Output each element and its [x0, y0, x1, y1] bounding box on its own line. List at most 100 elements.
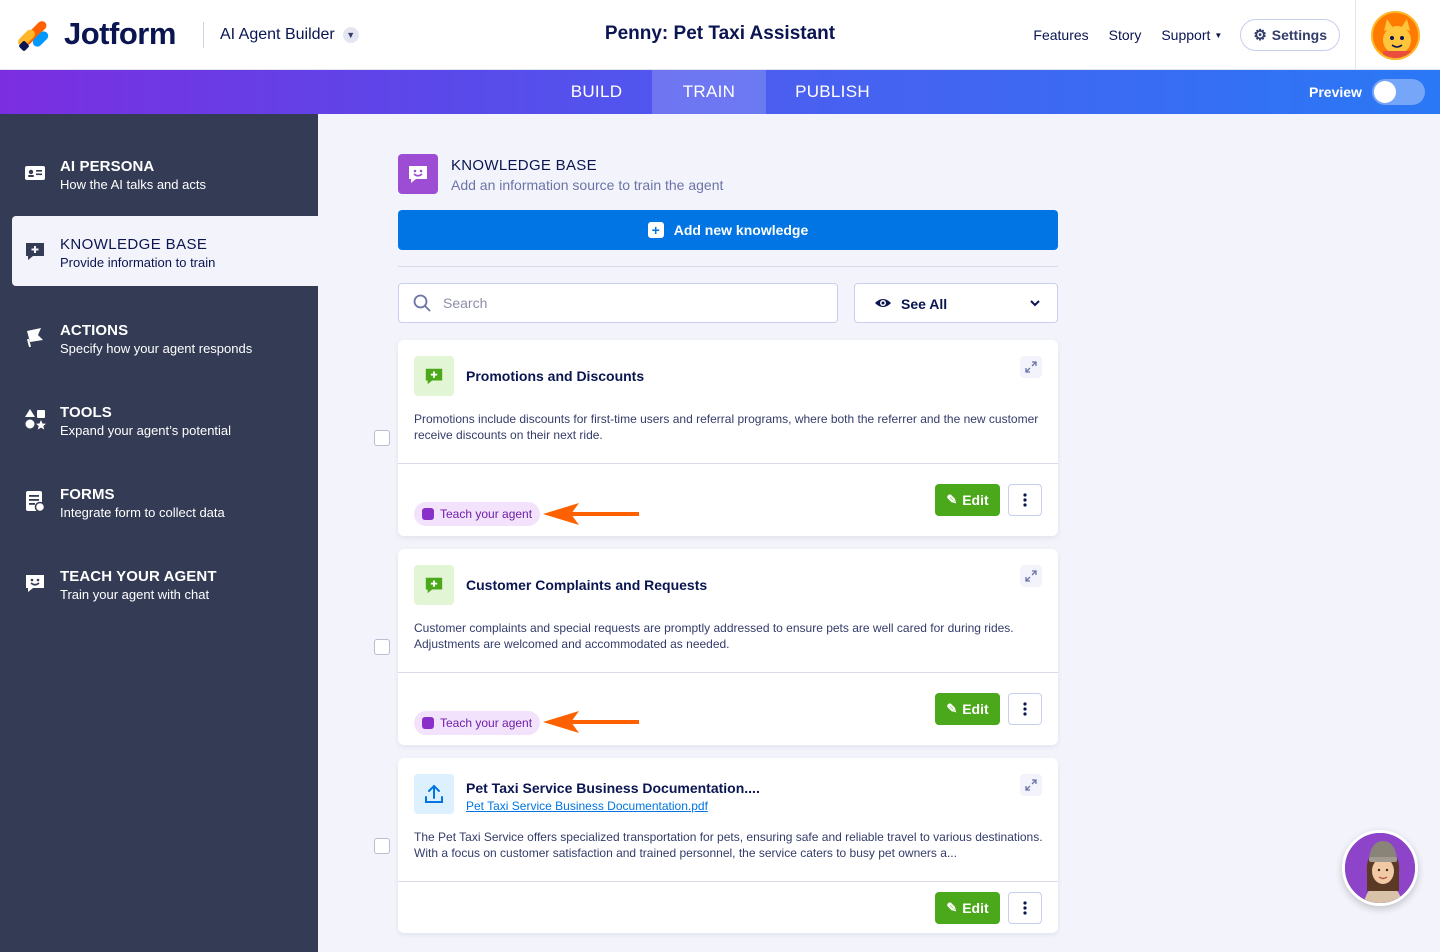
preview-toggle[interactable]	[1372, 79, 1425, 105]
card-type-icon	[414, 565, 454, 605]
card-checkbox[interactable]	[374, 639, 390, 655]
sidebar-item-title: TOOLS	[60, 404, 112, 421]
teach-your-agent-badge[interactable]: Teach your agent	[414, 711, 541, 735]
card-type-icon	[414, 774, 454, 814]
sidebar-item-title: FORMS	[60, 486, 115, 503]
edit-button[interactable]: ✎ Edit	[935, 693, 1000, 725]
nav-support[interactable]: Support ▼	[1161, 27, 1222, 43]
top-header: Jotform AI Agent Builder ▼ Penny: Pet Ta…	[0, 0, 1440, 70]
sidebar-item-title: TEACH YOUR AGENT	[60, 568, 217, 585]
chat-plus-icon	[26, 243, 44, 260]
expand-button[interactable]	[1020, 565, 1042, 587]
annotation-arrow-icon	[543, 503, 639, 525]
expand-icon	[1025, 570, 1037, 582]
card-title: Customer Complaints and Requests	[466, 577, 708, 593]
card-description: Customer complaints and special requests…	[414, 621, 1014, 651]
form-icon	[26, 491, 46, 512]
builder-label: AI Agent Builder	[220, 26, 335, 43]
edit-button[interactable]: ✎ Edit	[935, 484, 1000, 516]
sidebar-item-subtitle: Expand your agent’s potential	[60, 423, 232, 438]
card-checkbox[interactable]	[374, 838, 390, 854]
card-divider	[398, 463, 1058, 464]
search-box[interactable]	[398, 283, 838, 323]
card-description: The Pet Taxi Service offers specialized …	[414, 830, 1043, 860]
knowledge-card[interactable]: Promotions and Discounts Promotions incl…	[398, 340, 1058, 536]
pencil-icon: ✎	[946, 492, 958, 507]
kebab-menu-icon	[1023, 702, 1027, 716]
section-divider	[398, 266, 1058, 267]
sidebar-item-title: ACTIONS	[60, 322, 129, 339]
sidebar-item-forms[interactable]: FORMS Integrate form to collect data	[12, 466, 318, 536]
settings-label: Settings	[1271, 27, 1327, 43]
plus-icon: +	[647, 222, 664, 238]
shapes-icon	[25, 409, 46, 430]
more-options-button[interactable]	[1008, 484, 1042, 516]
tab-build[interactable]: BUILD	[541, 70, 652, 114]
gear-icon: ⚙	[1253, 27, 1267, 44]
sidebar-item-actions[interactable]: ACTIONS Specify how your agent responds	[12, 302, 318, 372]
builder-tabbar: BUILD TRAIN PUBLISH Preview	[0, 70, 1440, 114]
sidebar-item-teach-your-agent[interactable]: TEACH YOUR AGENT Train your agent with c…	[12, 548, 318, 618]
sidebar-item-subtitle: Specify how your agent responds	[60, 341, 253, 356]
logo-text: Jotform	[64, 16, 176, 51]
kebab-menu-icon	[1023, 493, 1027, 507]
page-subtitle: Add an information source to train the a…	[451, 177, 724, 193]
filter-select[interactable]: See All	[854, 283, 1058, 323]
header-divider	[1355, 0, 1356, 70]
edit-label: Edit	[962, 900, 989, 916]
sidebar-item-tools[interactable]: TOOLS Expand your agent’s potential	[12, 384, 318, 454]
card-checkbox[interactable]	[374, 430, 390, 446]
search-input[interactable]	[443, 284, 823, 322]
agent-chat-avatar-button[interactable]	[1342, 830, 1418, 906]
jotform-logo[interactable]: Jotform	[16, 16, 176, 52]
pencil-icon: ✎	[946, 701, 958, 716]
sidebar-item-title: KNOWLEDGE BASE	[60, 236, 208, 253]
card-divider	[398, 881, 1058, 882]
knowledge-card[interactable]: Customer Complaints and Requests Custome…	[398, 549, 1058, 745]
tab-publish[interactable]: PUBLISH	[766, 70, 899, 114]
sidebar-item-ai-persona[interactable]: AI PERSONA How the AI talks and acts	[12, 138, 318, 208]
builder-select[interactable]: AI Agent Builder ▼	[220, 26, 359, 44]
more-options-button[interactable]	[1008, 892, 1042, 924]
sidebar-item-subtitle: Train your agent with chat	[60, 587, 210, 602]
agent-title[interactable]: Penny: Pet Taxi Assistant	[520, 23, 920, 45]
smile-chat-icon	[422, 717, 434, 729]
smile-chat-icon	[422, 508, 434, 520]
card-divider	[398, 672, 1058, 673]
knowledge-card[interactable]: Pet Taxi Service Business Documentation.…	[398, 758, 1058, 933]
nav-story[interactable]: Story	[1109, 27, 1142, 43]
jotform-logo-icon	[16, 18, 51, 52]
header-nav: Features Story Support ▼ ⚙ Settings	[1013, 18, 1340, 52]
knowledge-base-icon	[398, 154, 438, 194]
user-avatar[interactable]	[1371, 11, 1420, 60]
expand-button[interactable]	[1020, 356, 1042, 378]
card-description: Promotions include discounts for first-t…	[414, 412, 1039, 442]
chevron-down-icon: ▼	[1214, 30, 1223, 40]
nav-support-label: Support	[1161, 27, 1211, 43]
more-options-button[interactable]	[1008, 693, 1042, 725]
pencil-icon: ✎	[946, 900, 958, 915]
teach-your-agent-badge[interactable]: Teach your agent	[414, 502, 541, 526]
edit-label: Edit	[962, 492, 989, 508]
teach-label: Teach your agent	[440, 716, 533, 730]
edit-button[interactable]: ✎ Edit	[935, 892, 1000, 924]
card-type-icon	[414, 356, 454, 396]
expand-icon	[1025, 779, 1037, 791]
sidebar-item-subtitle: Integrate form to collect data	[60, 505, 225, 520]
sidebar-item-subtitle: How the AI talks and acts	[60, 177, 206, 192]
sidebar-item-subtitle: Provide information to train	[60, 255, 216, 270]
add-new-knowledge-button[interactable]: + Add new knowledge	[398, 210, 1058, 250]
document-link[interactable]: Pet Taxi Service Business Documentation.…	[466, 799, 708, 813]
sidebar-item-knowledge-base[interactable]: KNOWLEDGE BASE Provide information to tr…	[12, 216, 318, 286]
header-divider	[203, 22, 204, 48]
settings-button[interactable]: ⚙ Settings	[1240, 19, 1340, 51]
smile-chat-icon	[26, 575, 44, 592]
card-title: Pet Taxi Service Business Documentation.…	[466, 780, 760, 796]
edit-label: Edit	[962, 701, 989, 717]
kebab-menu-icon	[1023, 901, 1027, 915]
upload-icon	[425, 784, 443, 803]
nav-features[interactable]: Features	[1033, 27, 1088, 43]
tab-train[interactable]: TRAIN	[652, 70, 766, 114]
expand-button[interactable]	[1020, 774, 1042, 796]
eye-icon	[875, 299, 891, 307]
